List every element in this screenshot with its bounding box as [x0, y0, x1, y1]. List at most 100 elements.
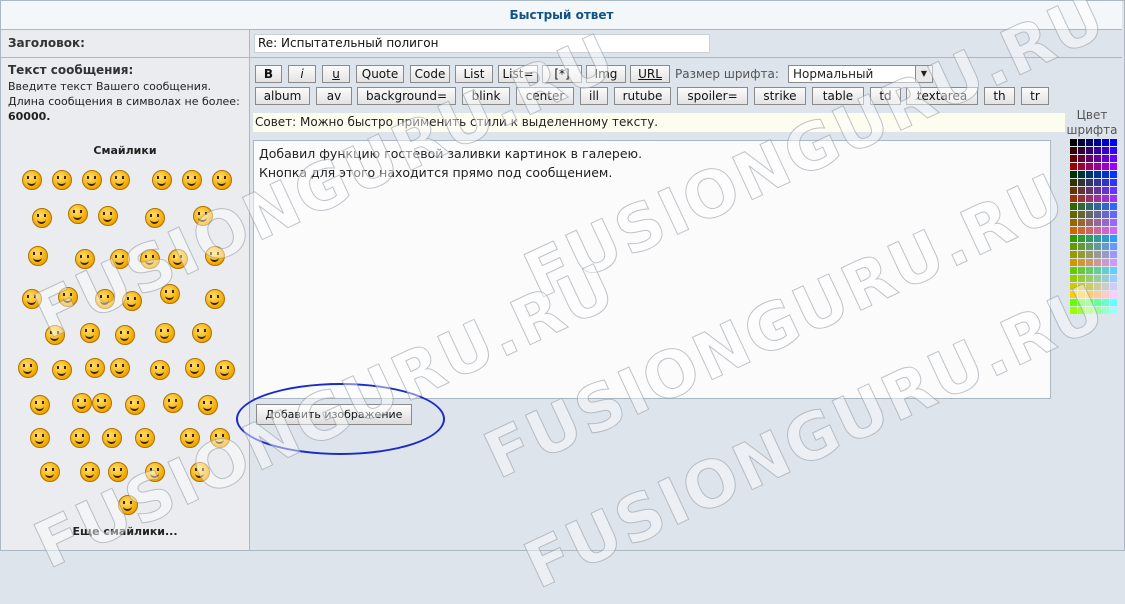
blink-button[interactable]: blink	[462, 87, 510, 105]
color-swatch[interactable]	[1070, 275, 1077, 282]
color-swatch[interactable]	[1094, 275, 1101, 282]
color-swatch[interactable]	[1078, 219, 1085, 226]
color-swatch[interactable]	[1070, 243, 1077, 250]
color-swatch[interactable]	[1086, 203, 1093, 210]
smiley-icon[interactable]	[68, 204, 88, 224]
smiley-icon[interactable]	[145, 462, 165, 482]
color-swatch[interactable]	[1078, 155, 1085, 162]
color-swatch[interactable]	[1070, 235, 1077, 242]
list-button[interactable]: List	[455, 65, 493, 83]
color-swatch[interactable]	[1094, 291, 1101, 298]
subject-input[interactable]: Re: Испытательный полигон	[254, 34, 710, 53]
smiley-icon[interactable]	[210, 428, 230, 448]
color-swatch[interactable]	[1094, 227, 1101, 234]
color-swatch[interactable]	[1086, 243, 1093, 250]
smiley-icon[interactable]	[152, 170, 172, 190]
smiley-icon[interactable]	[28, 246, 48, 266]
color-swatch[interactable]	[1086, 275, 1093, 282]
color-swatch[interactable]	[1102, 227, 1109, 234]
rutube-button[interactable]: rutube	[614, 87, 671, 105]
color-swatch[interactable]	[1086, 147, 1093, 154]
color-swatch[interactable]	[1102, 235, 1109, 242]
album-button[interactable]: album	[255, 87, 310, 105]
smiley-icon[interactable]	[205, 289, 225, 309]
color-swatch[interactable]	[1102, 307, 1109, 314]
center-button[interactable]: center	[516, 87, 574, 105]
color-swatch[interactable]	[1078, 211, 1085, 218]
smiley-icon[interactable]	[22, 170, 42, 190]
color-swatch[interactable]	[1070, 139, 1077, 146]
color-swatch[interactable]	[1094, 299, 1101, 306]
smiley-icon[interactable]	[193, 206, 213, 226]
color-swatch[interactable]	[1086, 211, 1093, 218]
message-textarea[interactable]: Добавил функцию гостевой заливки картино…	[253, 140, 1051, 399]
color-swatch[interactable]	[1070, 251, 1077, 258]
smiley-icon[interactable]	[205, 246, 225, 266]
smiley-icon[interactable]	[108, 462, 128, 482]
color-swatch[interactable]	[1078, 275, 1085, 282]
smiley-icon[interactable]	[18, 358, 38, 378]
th-button[interactable]: th	[984, 87, 1015, 105]
color-swatch[interactable]	[1110, 139, 1117, 146]
color-swatch[interactable]	[1094, 203, 1101, 210]
color-swatch[interactable]	[1070, 211, 1077, 218]
smiley-icon[interactable]	[150, 360, 170, 380]
color-swatch[interactable]	[1094, 187, 1101, 194]
color-swatch[interactable]	[1070, 147, 1077, 154]
smiley-icon[interactable]	[212, 170, 232, 190]
color-swatch[interactable]	[1086, 179, 1093, 186]
color-swatch[interactable]	[1078, 147, 1085, 154]
smiley-icon[interactable]	[135, 428, 155, 448]
color-swatch[interactable]	[1102, 171, 1109, 178]
smiley-icon[interactable]	[92, 393, 112, 413]
smiley-icon[interactable]	[110, 170, 130, 190]
smiley-icon[interactable]	[95, 289, 115, 309]
color-swatch[interactable]	[1094, 235, 1101, 242]
color-swatch[interactable]	[1094, 211, 1101, 218]
color-swatch[interactable]	[1070, 195, 1077, 202]
color-swatch[interactable]	[1094, 147, 1101, 154]
smiley-icon[interactable]	[163, 393, 183, 413]
smiley-icon[interactable]	[118, 495, 138, 515]
smiley-icon[interactable]	[145, 208, 165, 228]
color-swatch[interactable]	[1078, 187, 1085, 194]
add-image-button[interactable]: Добавить изображение	[256, 404, 412, 425]
color-swatch[interactable]	[1110, 227, 1117, 234]
color-swatch[interactable]	[1110, 275, 1117, 282]
smiley-icon[interactable]	[168, 249, 188, 269]
smiley-icon[interactable]	[110, 249, 130, 269]
tr-button[interactable]: tr	[1021, 87, 1049, 105]
smiley-icon[interactable]	[82, 170, 102, 190]
strike-button[interactable]: strike	[754, 87, 806, 105]
font-color-palette[interactable]	[1070, 139, 1117, 314]
color-swatch[interactable]	[1086, 251, 1093, 258]
color-swatch[interactable]	[1070, 299, 1077, 306]
smiley-icon[interactable]	[70, 428, 90, 448]
color-swatch[interactable]	[1102, 275, 1109, 282]
smiley-icon[interactable]	[98, 206, 118, 226]
color-swatch[interactable]	[1102, 211, 1109, 218]
color-swatch[interactable]	[1086, 283, 1093, 290]
smiley-icon[interactable]	[122, 291, 142, 311]
smiley-icon[interactable]	[160, 284, 180, 304]
td-button[interactable]: td	[870, 87, 901, 105]
smiley-icon[interactable]	[190, 462, 210, 482]
color-swatch[interactable]	[1102, 195, 1109, 202]
color-swatch[interactable]	[1078, 163, 1085, 170]
color-swatch[interactable]	[1110, 219, 1117, 226]
smiley-icon[interactable]	[52, 170, 72, 190]
color-swatch[interactable]	[1078, 283, 1085, 290]
color-swatch[interactable]	[1102, 291, 1109, 298]
smiley-icon[interactable]	[215, 360, 235, 380]
color-swatch[interactable]	[1094, 219, 1101, 226]
color-swatch[interactable]	[1110, 283, 1117, 290]
color-swatch[interactable]	[1086, 235, 1093, 242]
color-swatch[interactable]	[1078, 235, 1085, 242]
smiley-icon[interactable]	[140, 249, 160, 269]
color-swatch[interactable]	[1086, 259, 1093, 266]
smiley-icon[interactable]	[102, 428, 122, 448]
smiley-icon[interactable]	[75, 249, 95, 269]
color-swatch[interactable]	[1070, 163, 1077, 170]
url-button[interactable]: URL	[630, 65, 670, 83]
color-swatch[interactable]	[1086, 299, 1093, 306]
